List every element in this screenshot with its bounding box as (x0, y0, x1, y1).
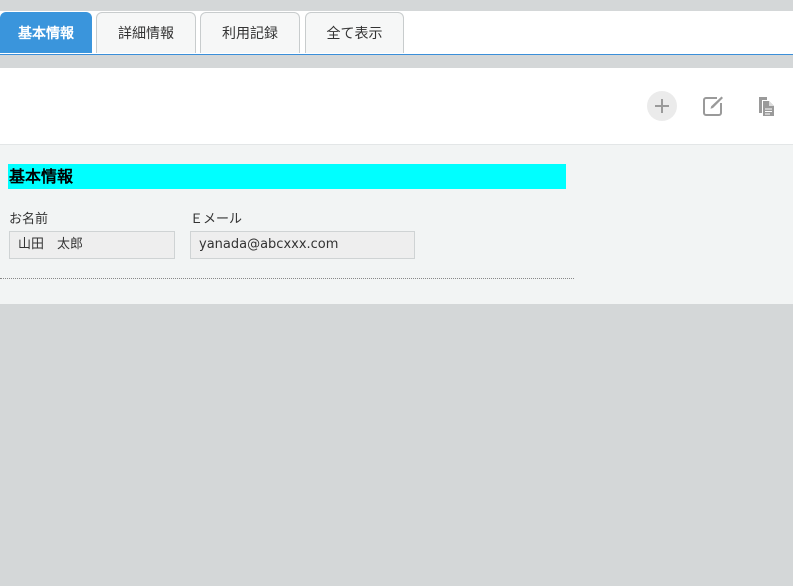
name-label: お名前 (9, 212, 49, 227)
copy-icon (759, 97, 774, 116)
edit-button[interactable] (697, 90, 729, 122)
name-field[interactable]: 山田 太郎 (9, 231, 175, 259)
email-label: Ｅメール (190, 212, 243, 227)
email-field[interactable]: yanada@abcxxx.com (190, 231, 415, 259)
section-divider (0, 278, 574, 279)
copy-button[interactable] (750, 90, 782, 122)
tab-usage-record[interactable]: 利用記録 (200, 12, 300, 53)
add-button[interactable] (647, 91, 677, 121)
tab-basic-info[interactable]: 基本情報 (0, 12, 92, 53)
plus-icon (655, 99, 669, 113)
basic-info-section: 基本情報 お名前 山田 太郎 Ｅメール yanada@abcxxx.com (0, 145, 793, 304)
section-title: 基本情報 (8, 164, 566, 189)
tab-detail-info[interactable]: 詳細情報 (96, 12, 196, 53)
toolbar (0, 68, 793, 145)
tab-bar: 基本情報 詳細情報 利用記録 全て表示 (0, 11, 793, 55)
tab-show-all[interactable]: 全て表示 (305, 12, 404, 53)
edit-icon (703, 96, 723, 116)
